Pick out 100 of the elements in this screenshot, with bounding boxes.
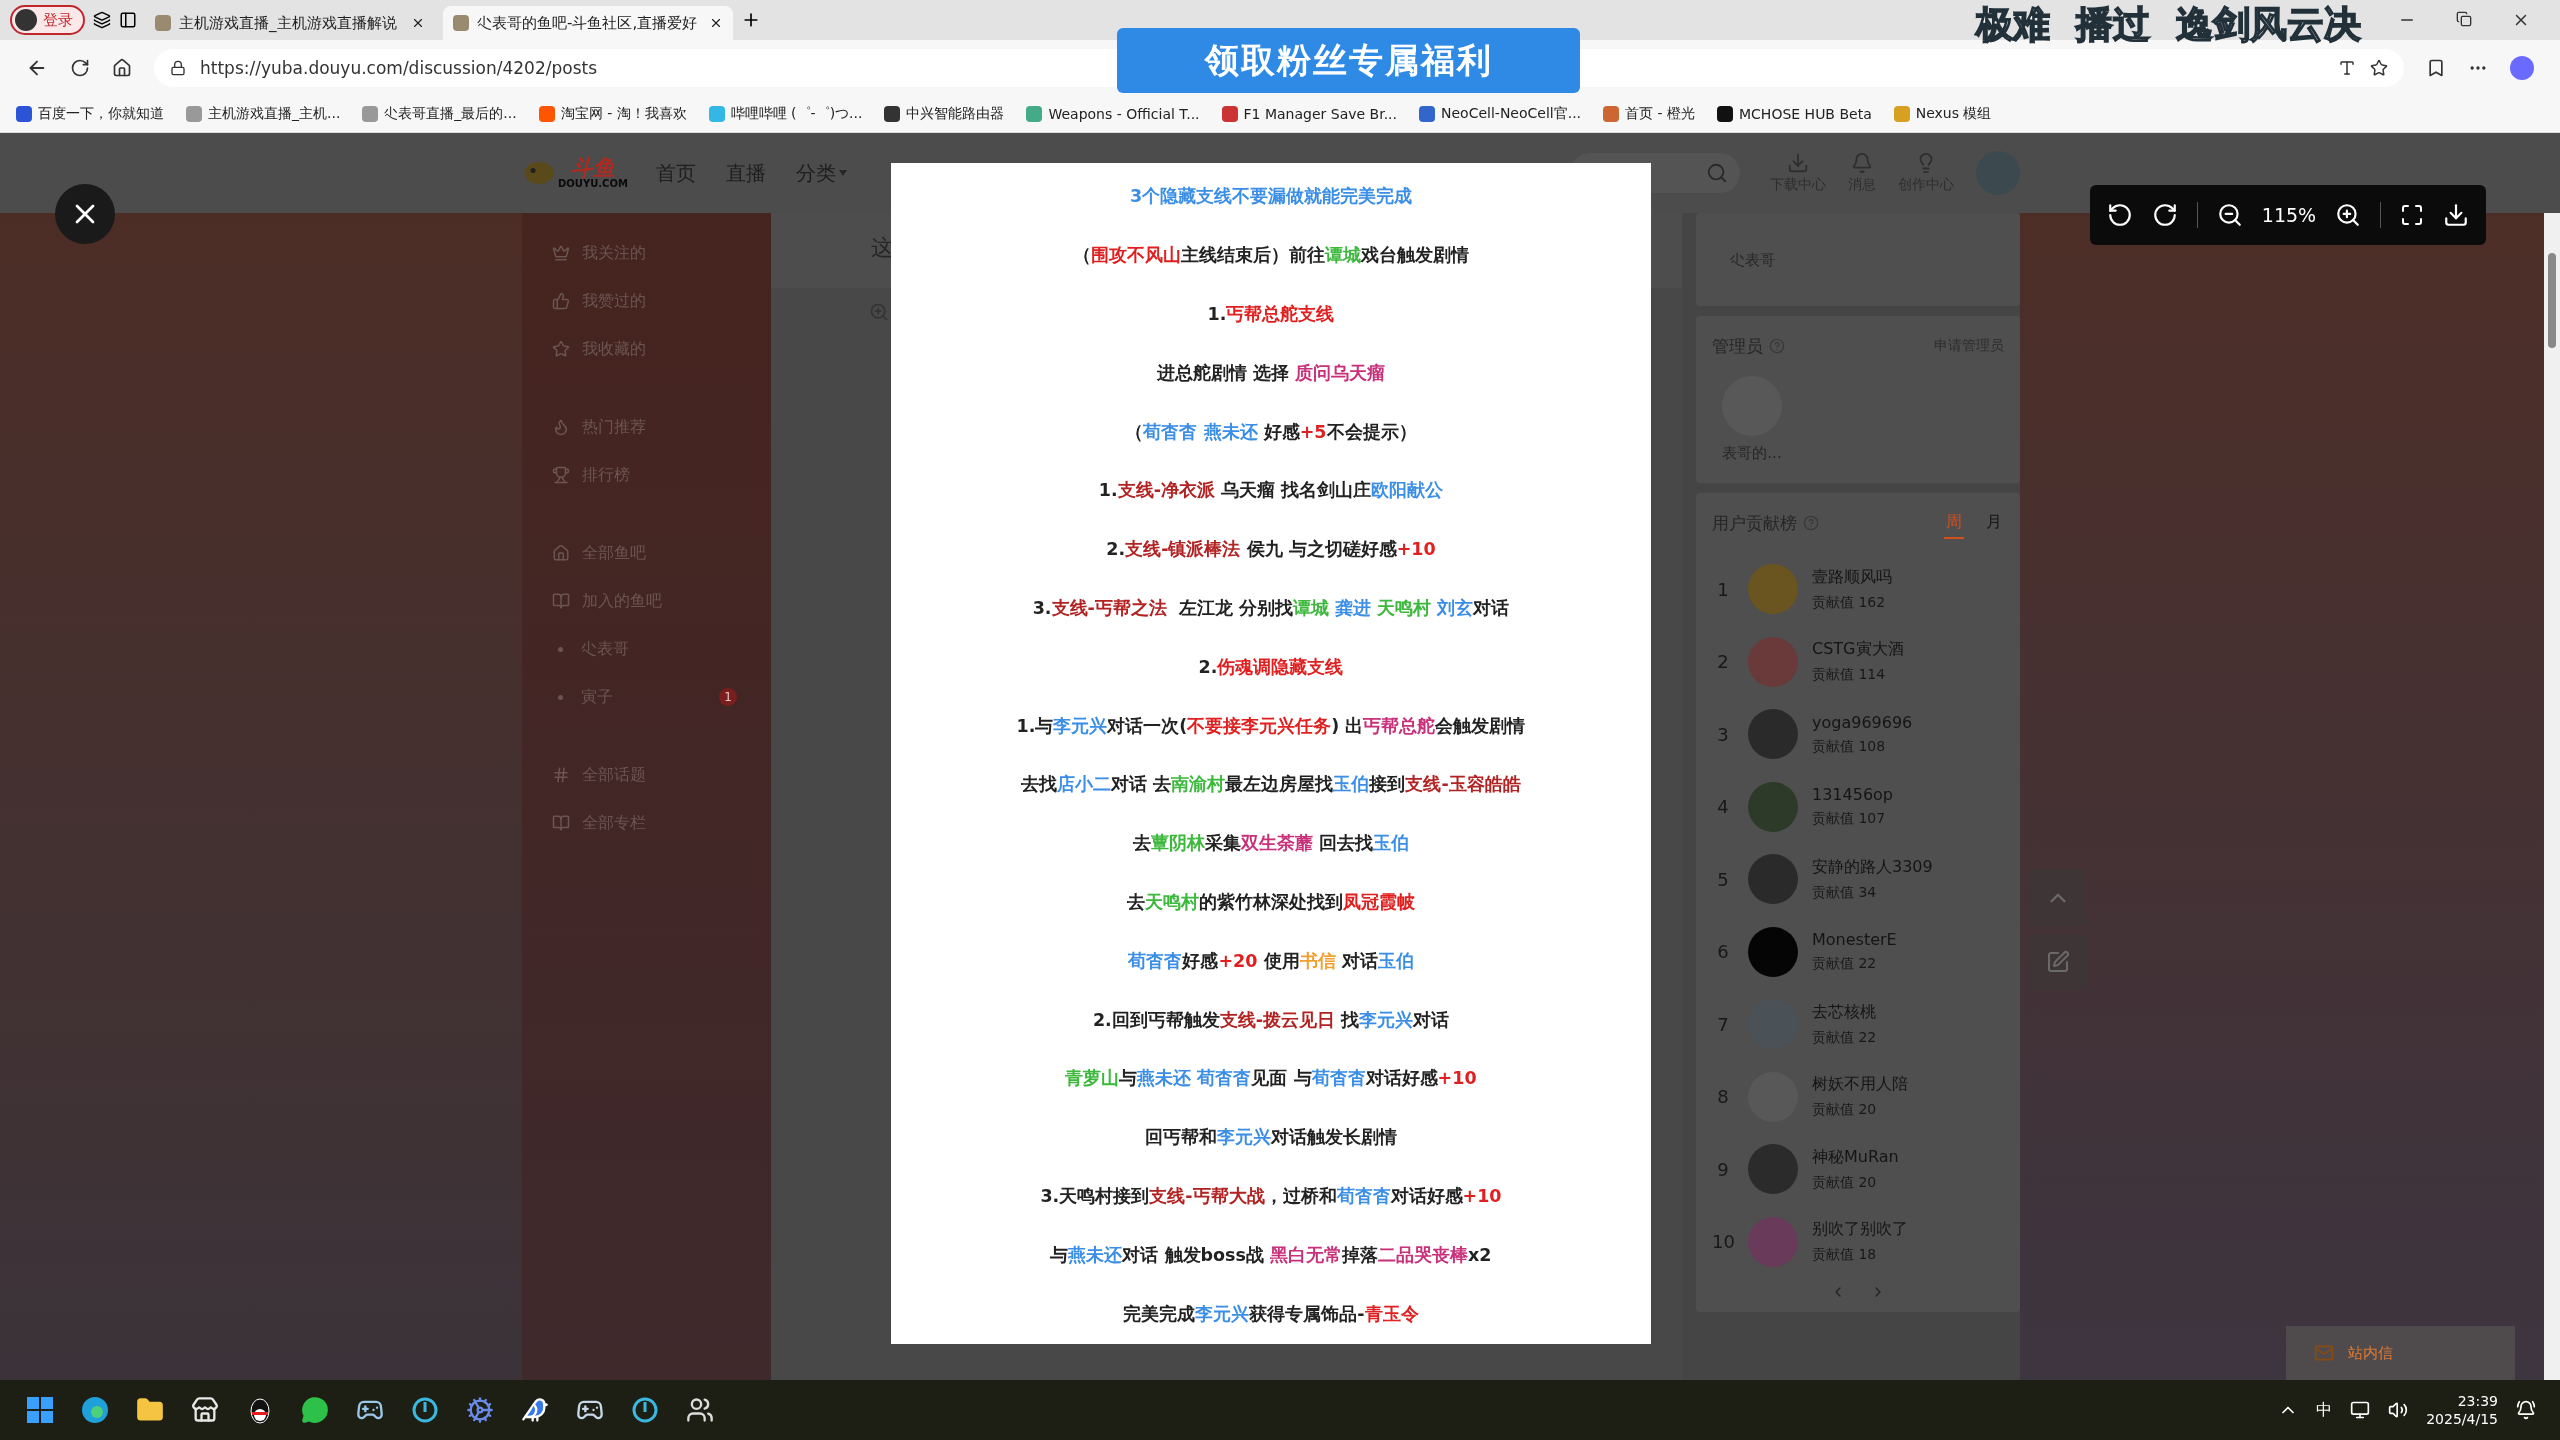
guide-line: 去找店小二对话 去南渝村最左边房屋找玉伯接到支线-玉容皓皓 — [1020, 773, 1522, 797]
guide-line: （围攻不风山主线结束后）前往谭城戏台触发剧情 — [1072, 244, 1470, 268]
home-icon[interactable] — [112, 57, 132, 78]
crown-icon — [552, 244, 570, 262]
reload-icon[interactable] — [70, 57, 90, 78]
zoom-out-icon[interactable] — [2216, 202, 2243, 228]
guide-line: 2.回到丐帮触发支线-拨云见日 找李元兴对话 — [1091, 1008, 1451, 1032]
guide-line: 1.丐帮总舵支线 — [1206, 303, 1336, 326]
guide-line: 青萝山与燕未还 荀杳杳见面 与荀杳杳对话好感+10 — [1064, 1067, 1478, 1091]
user-name[interactable]: 树妖不用人陪 — [1812, 1074, 1908, 1096]
count-badge: 1 — [719, 688, 737, 706]
input-method[interactable]: 中 — [2316, 1399, 2333, 1421]
guide-line: 3.天鸣村接到支线-丐帮大战，过桥和荀杳杳对话好感+10 — [1039, 1184, 1503, 1208]
gear-icon[interactable] — [464, 1394, 496, 1426]
bullet-icon — [558, 646, 563, 652]
clock[interactable]: 23:39 2025/4/15 — [2426, 1393, 2498, 1427]
notification-icon[interactable] — [2516, 1400, 2536, 1420]
bookmark[interactable]: 淘宝网 - 淘！我喜欢 — [538, 104, 687, 123]
guide-line: 2.伤魂调隐藏支线 — [1197, 655, 1345, 679]
user-name[interactable]: MonesterE — [1812, 930, 1897, 950]
bookmark[interactable]: Weapons - Official T... — [1026, 105, 1200, 122]
promo-banner[interactable]: 领取粉丝专属福利 — [1117, 28, 1580, 93]
rank-number: 2 — [1716, 651, 1730, 673]
bullet-icon — [558, 694, 563, 700]
browser-tab[interactable]: 主机游戏直播_主机游戏直播解说 — [145, 6, 435, 40]
guide-line: （荀杳杳 燕未还 好感+5不会提示） — [1124, 420, 1418, 444]
bookmark[interactable]: 主机游戏直播_主机... — [186, 104, 341, 123]
zoom-in-icon[interactable] — [2334, 202, 2361, 228]
network-icon[interactable] — [2350, 1400, 2371, 1420]
guide-line: 1.支线-净衣派 乌天瘤 找名剑山庄欧阳献公 — [1097, 479, 1445, 503]
browser-tab[interactable]: 尐表哥的鱼吧-斗鱼社区,直播爱好 — [443, 6, 733, 40]
rank-number: 8 — [1716, 1086, 1730, 1108]
period-tab[interactable]: 月 — [1984, 507, 2004, 539]
guide-line: 2.支线-镇派棒法 侯九 与之切磋好感+10 — [1105, 538, 1437, 562]
stream-caption: 极难 — [1976, 2, 2050, 48]
workspaces-icon[interactable] — [93, 11, 111, 29]
period-tab[interactable]: 周 — [1944, 507, 1964, 539]
read-aloud-icon[interactable] — [2338, 58, 2356, 77]
guide-line: 完美完成李元兴获得专属饰品-青玉令 — [1122, 1302, 1420, 1326]
fullscreen-icon[interactable] — [2399, 203, 2424, 227]
bookmark[interactable]: 百度一下，你就知道 — [16, 104, 164, 123]
stream-caption: 播过 — [2076, 2, 2150, 48]
user-name[interactable]: 壹路顺风吗 — [1812, 566, 1892, 588]
guide-line: 进总舵剧情 选择 质问乌天瘤 — [1155, 361, 1387, 385]
mail-icon — [2314, 1343, 2334, 1363]
bookmark[interactable]: F1 Manager Save Br... — [1221, 105, 1397, 122]
user-name[interactable]: 别吹了别吹了 — [1812, 1219, 1908, 1241]
site-logo[interactable]: 斗鱼 DOUYU.COM — [522, 157, 628, 189]
user-name[interactable]: CSTG寅大酒 — [1812, 639, 1904, 661]
bookmark[interactable]: MCHOSE HUB Beta — [1717, 105, 1872, 122]
user-name[interactable]: yoga969696 — [1812, 712, 1913, 732]
message-button[interactable]: 站内信 — [2286, 1326, 2515, 1380]
tab-actions-icon[interactable] — [119, 11, 137, 29]
restore-icon[interactable] — [2456, 11, 2472, 27]
bookmark[interactable]: 首页 - 橙光 — [1603, 104, 1695, 123]
user-name[interactable]: 去芯核桃 — [1812, 1001, 1877, 1023]
guide-line: 3.支线-丐帮之法 左江龙 分别找谭城 龚进 天鸣村 刘玄对话 — [1031, 596, 1511, 620]
copilot-icon[interactable] — [2510, 55, 2534, 80]
user-name[interactable]: 安静的路人3309 — [1812, 856, 1933, 878]
rank-number: 6 — [1716, 941, 1730, 963]
flame-icon — [552, 418, 570, 436]
thumbs-up-icon — [552, 292, 570, 310]
bookmark[interactable]: 中兴智能路由器 — [884, 104, 1005, 123]
favorite-icon[interactable] — [2370, 58, 2388, 77]
guide-line: 去蕈阴林采集双生荼蘼 回去找玉伯 — [1131, 832, 1411, 856]
download-icon — [1787, 152, 1809, 174]
rotate-left-icon[interactable] — [2107, 202, 2134, 228]
house-icon — [552, 544, 570, 562]
bookmark[interactable]: NeoCell-NeoCell官... — [1419, 104, 1582, 123]
user-name[interactable]: 131456op — [1812, 785, 1894, 805]
rank-number: 7 — [1716, 1013, 1730, 1035]
guide-line: 去天鸣村的紫竹林深处找到凤冠霞帔 — [1126, 890, 1416, 914]
bell-icon — [1851, 152, 1873, 174]
close-icon[interactable] — [709, 16, 723, 30]
hash-icon — [552, 766, 570, 784]
rotate-right-icon[interactable] — [2152, 202, 2179, 228]
guide-line: 与燕未还对话 触发boss战 黑白无常掉落二品哭丧棒x2 — [1049, 1243, 1493, 1267]
user-name[interactable]: 神秘MuRan — [1812, 1146, 1899, 1168]
lock-icon — [170, 59, 186, 76]
bookmark[interactable]: 哔哩哔哩 (゜-゜)つ... — [708, 104, 863, 123]
download-icon[interactable] — [2442, 202, 2469, 228]
chat-icon[interactable] — [299, 1394, 331, 1426]
star-icon — [552, 340, 570, 358]
rank-number: 4 — [1716, 796, 1730, 818]
scrollbar[interactable] — [2544, 213, 2560, 1380]
guide-line: 3个隐藏支线不要漏做就能完美完成 — [1128, 185, 1414, 209]
avatar[interactable] — [1748, 926, 1798, 977]
search-icon — [1706, 162, 1728, 184]
close-icon[interactable] — [411, 16, 425, 30]
start-icon[interactable] — [24, 1394, 56, 1426]
book-icon — [552, 592, 570, 610]
trophy-icon — [552, 466, 570, 484]
caret-icon — [838, 170, 847, 176]
volume-icon[interactable] — [2388, 1400, 2409, 1420]
favorites-icon[interactable] — [2426, 57, 2446, 78]
bookmark[interactable]: 尐表哥直播_最后的... — [362, 104, 517, 123]
edit-icon — [2046, 950, 2070, 974]
bookmark[interactable]: Nexus 模组 — [1893, 104, 1992, 123]
profile-button[interactable]: 登录 — [10, 5, 85, 35]
guide-line: 回丐帮和李元兴对话触发长剧情 — [1144, 1126, 1398, 1150]
